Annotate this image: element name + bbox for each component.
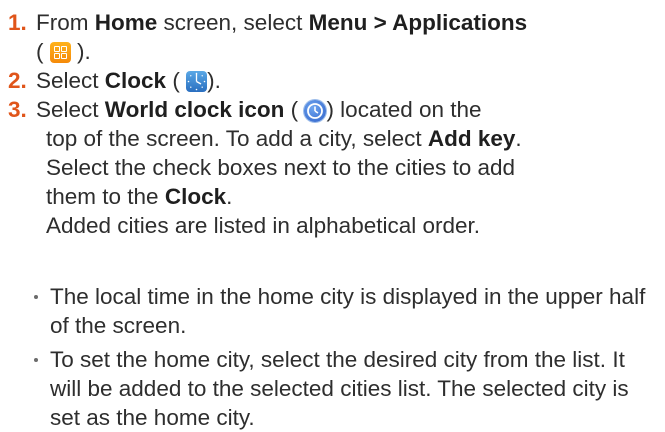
list-item: To set the home city, select the desired…	[28, 345, 658, 432]
clock-app-icon	[186, 71, 208, 92]
step-2-line-1: Select Clock ( ).	[36, 68, 221, 93]
bullet-icon	[34, 358, 38, 362]
clock-label: Clock	[104, 68, 167, 93]
world-clock-icon	[304, 100, 327, 122]
home-label: Home	[94, 10, 158, 35]
add-key-label: Add key	[427, 126, 516, 151]
step-1-line-2: ( ).	[36, 39, 91, 64]
notes-list: The local time in the home city is displ…	[28, 282, 658, 432]
step-number: 2.	[8, 68, 27, 93]
step-3-line-3: Select the check boxes next to the citie…	[46, 155, 516, 180]
step-1: 1. From Home screen, select Menu > Appli…	[8, 8, 658, 66]
step-1-line-1: From Home screen, select Menu > Applicat…	[36, 10, 528, 35]
step-2: 2. Select Clock ( ).	[8, 66, 658, 95]
bullet-icon	[34, 295, 38, 299]
list-item: The local time in the home city is displ…	[28, 282, 658, 340]
menu-applications-label: Menu > Applications	[308, 10, 528, 35]
step-number: 3.	[8, 97, 27, 122]
step-3-line-1: Select World clock icon ( ) located on t…	[36, 97, 482, 122]
applications-grid-icon	[49, 42, 71, 63]
step-3: 3. Select World clock icon ( ) located o…	[8, 95, 658, 240]
step-3-line-2: top of the screen. To add a city, select…	[46, 126, 522, 151]
step-3-line-5: Added cities are listed in alphabetical …	[46, 213, 481, 238]
step-number: 1.	[8, 10, 27, 35]
clock-label: Clock	[164, 184, 227, 209]
step-3-line-4: them to the Clock.	[46, 184, 233, 209]
world-clock-icon-label: World clock icon	[104, 97, 285, 122]
